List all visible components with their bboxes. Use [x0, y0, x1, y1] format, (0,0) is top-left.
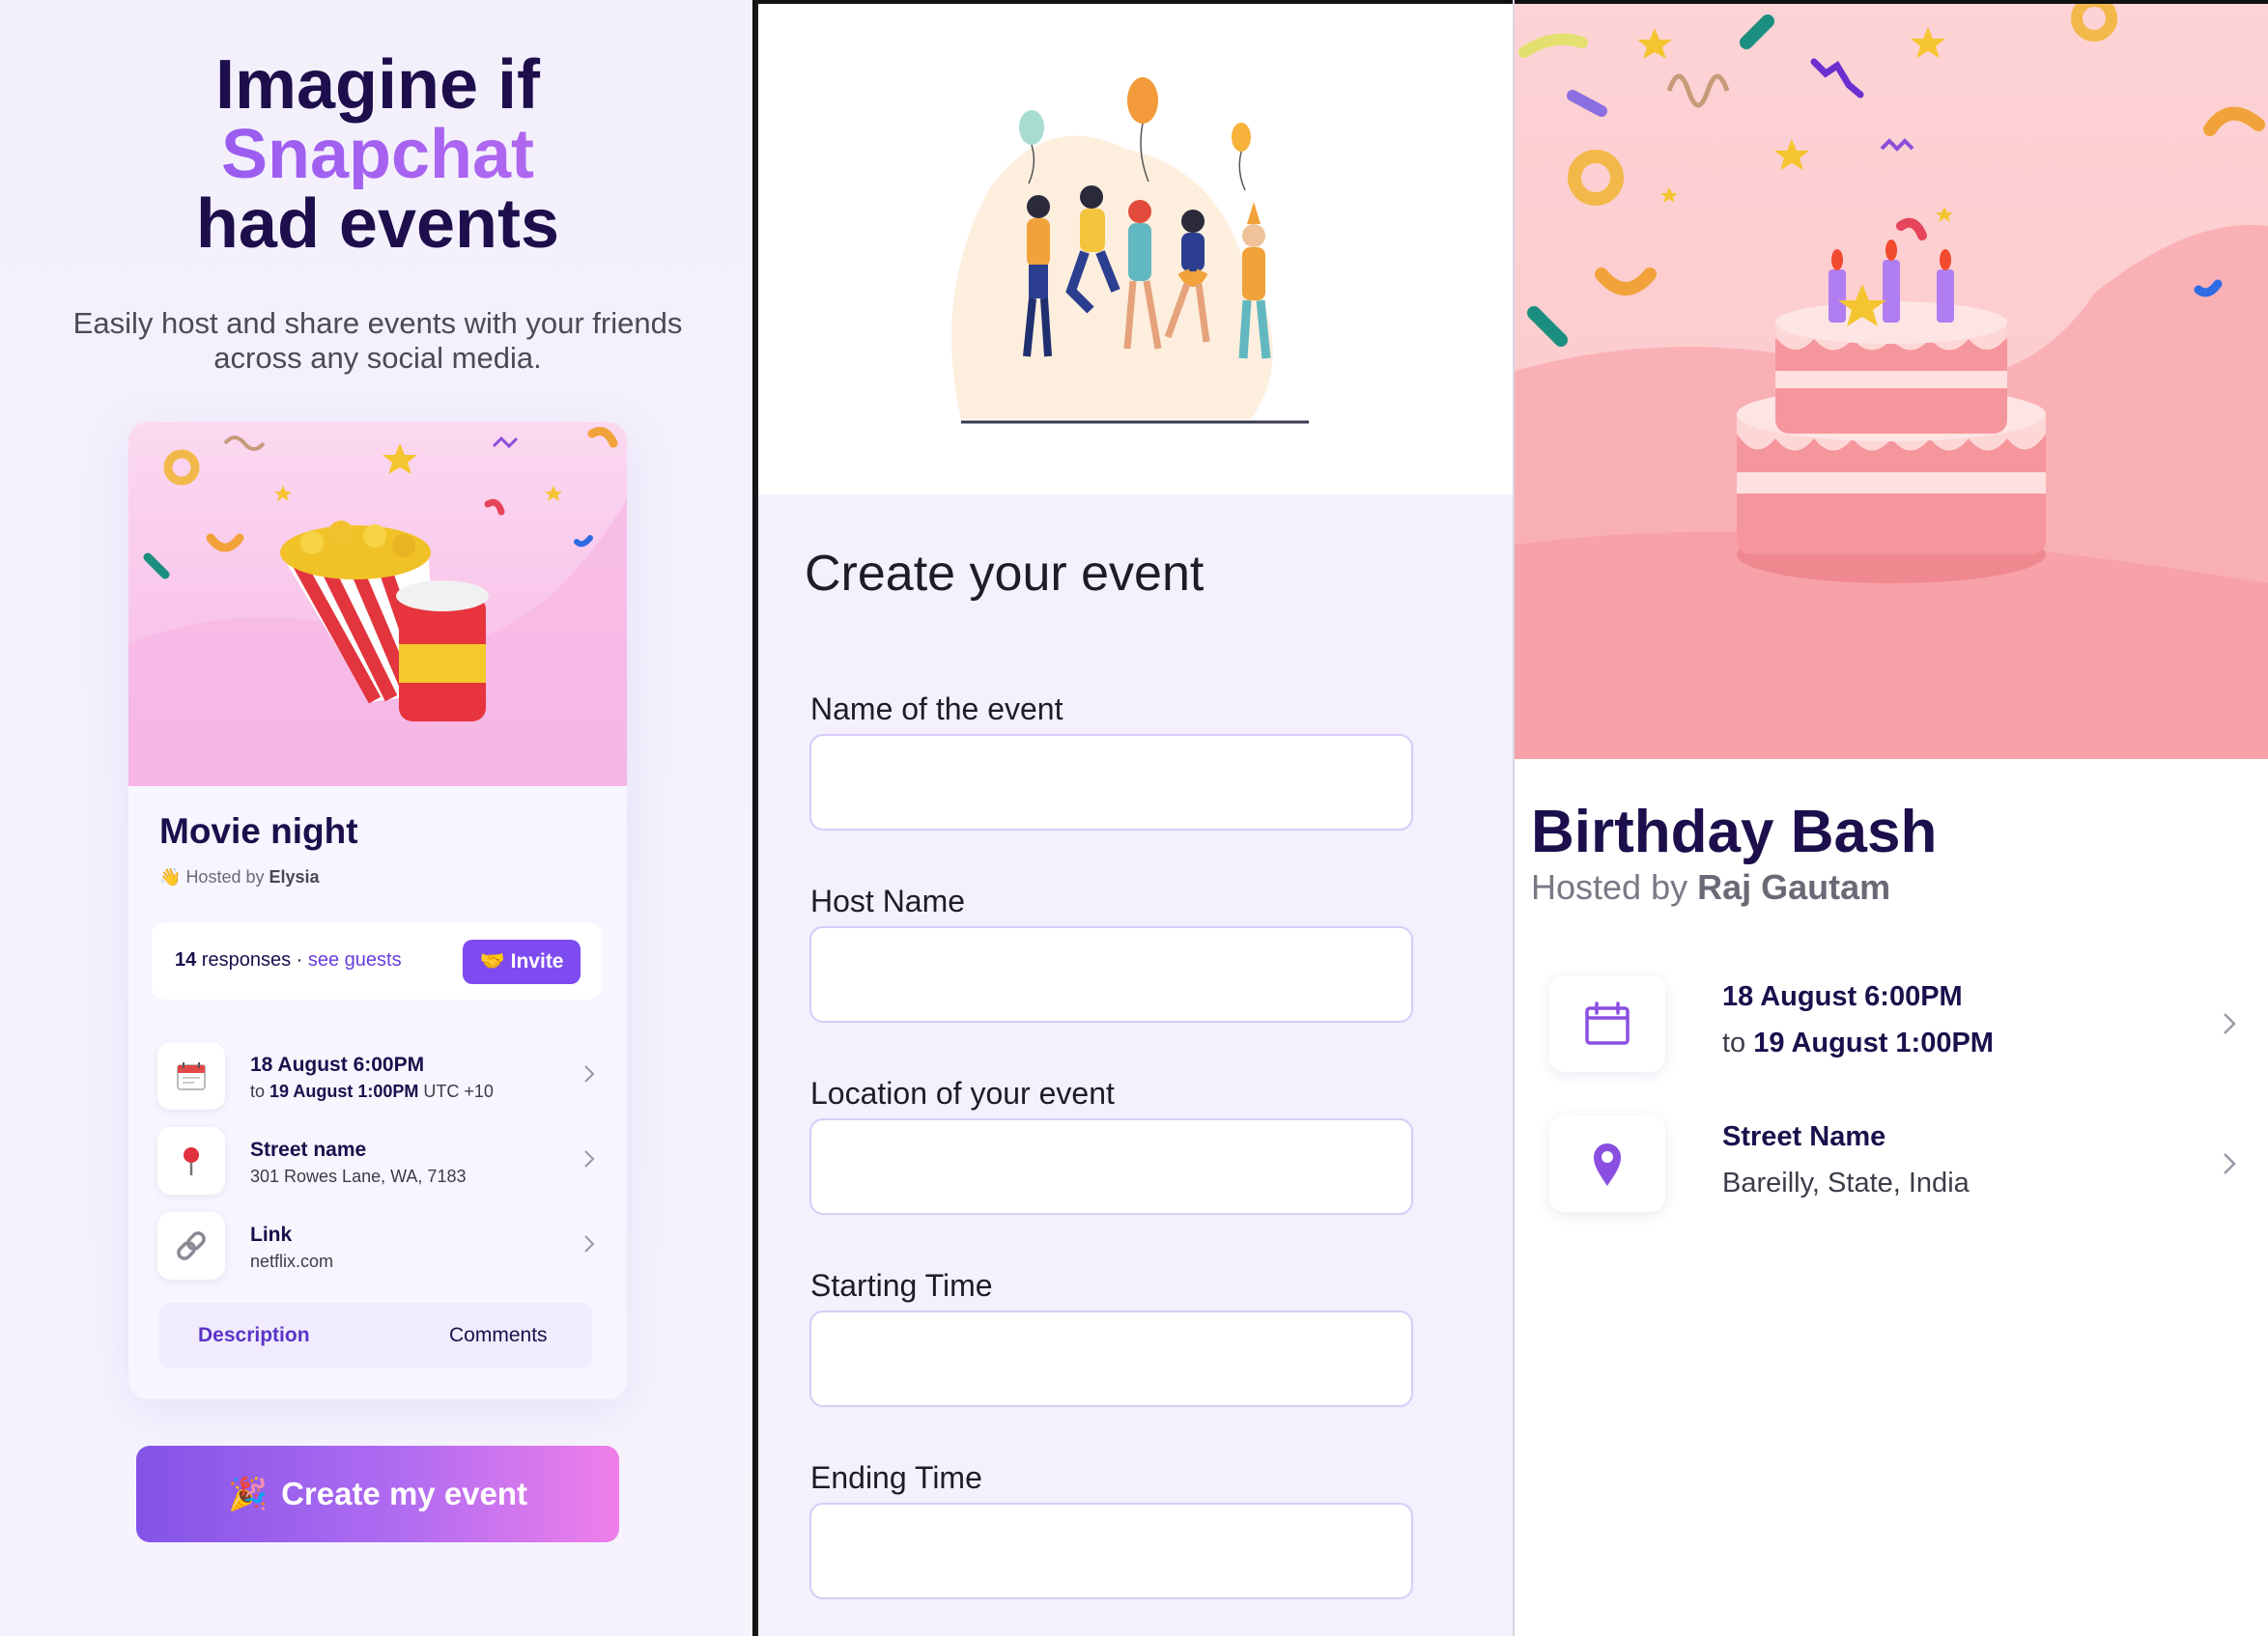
event-preview-card: Movie night 👋 Hosted by Elysia 14 respon…: [128, 422, 627, 1399]
chevron-right-icon: [2224, 1013, 2236, 1034]
chevron-right-icon: [584, 1235, 595, 1253]
event-cover-image: [128, 422, 627, 786]
responses-count: 14: [175, 949, 197, 971]
chevron-right-icon: [584, 1150, 595, 1168]
location-pin-icon: [1549, 1115, 1665, 1212]
see-guests-link[interactable]: see guests: [308, 949, 402, 971]
create-event-form: Create your event Name of the event Host…: [758, 494, 1513, 1636]
starting-time-input[interactable]: [809, 1311, 1413, 1407]
location-input[interactable]: [809, 1118, 1413, 1215]
host-name: Elysia: [269, 867, 320, 887]
event-link-row[interactable]: Link netflix.com: [157, 1212, 602, 1280]
ending-time-input[interactable]: [809, 1503, 1413, 1599]
event-time-row[interactable]: 18 August 6:00PM to 19 August 1:00PM UTC…: [157, 1042, 602, 1110]
chevron-right-icon: [2224, 1153, 2236, 1174]
event-location-row[interactable]: Street Name Bareilly, State, India: [1549, 1115, 2240, 1212]
tab-description[interactable]: Description: [198, 1324, 310, 1347]
host-name-label: Host Name: [810, 884, 966, 918]
ending-time-label: Ending Time: [810, 1460, 982, 1495]
hero-subtitle-line1: Easily host and share events with your f…: [72, 306, 683, 340]
calendar-icon: [1549, 975, 1665, 1072]
host-name-input[interactable]: [809, 926, 1413, 1023]
event-title: Birthday Bash: [1531, 799, 1938, 865]
event-location-row[interactable]: Street name 301 Rowes Lane, WA, 7183: [157, 1127, 602, 1195]
event-host: Hosted by Raj Gautam: [1531, 867, 1891, 907]
responses-summary: 14 responses · see guests: [175, 949, 402, 971]
starting-time-label: Starting Time: [810, 1268, 993, 1303]
pin-icon: [157, 1127, 225, 1195]
hero-heading-line1: Imagine if: [214, 46, 541, 124]
birthday-cover-image: [1515, 0, 2268, 759]
hero-subtitle-line2: across any social media.: [213, 341, 542, 375]
event-title: Movie night: [159, 811, 358, 851]
chevron-right-icon: [584, 1065, 595, 1083]
event-host: 👋 Hosted by Elysia: [159, 867, 320, 887]
card-tabs: Description Comments: [159, 1303, 592, 1368]
calendar-icon: [157, 1042, 225, 1110]
tab-comments[interactable]: Comments: [449, 1324, 548, 1347]
event-name-label: Name of the event: [810, 691, 1063, 726]
landing-panel: Imagine if Snapchat had events Easily ho…: [0, 0, 755, 1636]
invite-button[interactable]: 🤝 Invite: [463, 940, 581, 984]
location-label: Location of your event: [810, 1076, 1115, 1111]
event-time-row[interactable]: 18 August 6:00PM to 19 August 1:00PM: [1549, 975, 2240, 1072]
create-event-panel: Create your event Name of the event Host…: [758, 0, 1515, 1636]
event-detail-panel: Birthday Bash Hosted by Raj Gautam 18 Au…: [1515, 0, 2268, 1636]
hero-heading-line3: had events: [195, 185, 560, 263]
host-name: Raj Gautam: [1697, 867, 1891, 907]
handshake-icon: 🤝: [479, 950, 505, 973]
create-my-event-button[interactable]: 🎉 Create my event: [136, 1446, 619, 1542]
link-icon: [157, 1212, 225, 1280]
party-illustration: [758, 0, 1513, 494]
hero-heading-line2: Snapchat: [0, 120, 752, 189]
responses-bar: 14 responses · see guests 🤝 Invite: [152, 922, 602, 1000]
party-popper-icon: 🎉: [227, 1475, 269, 1511]
event-name-input[interactable]: [809, 734, 1413, 831]
wave-emoji-icon: 👋: [159, 867, 182, 887]
form-title: Create your event: [805, 546, 1205, 602]
